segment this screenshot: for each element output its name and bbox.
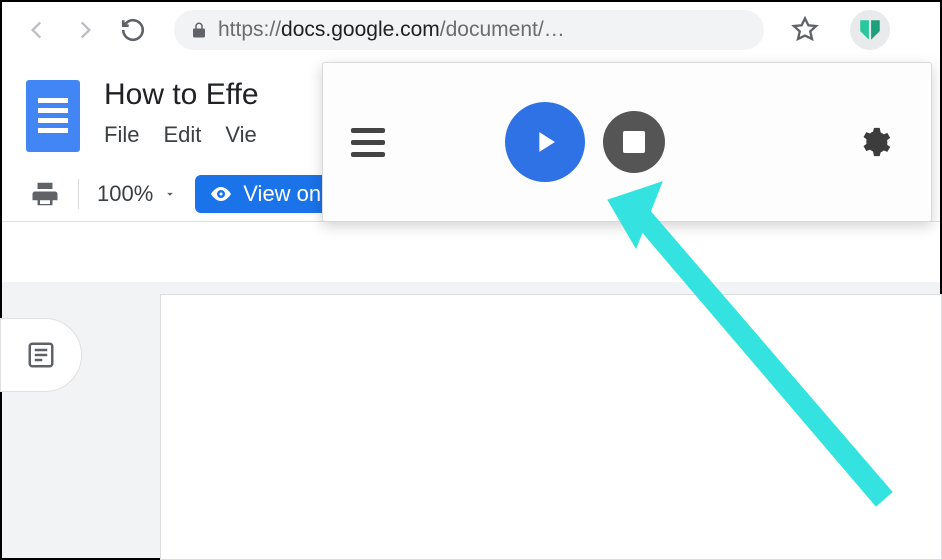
stop-icon xyxy=(623,131,645,153)
browser-toolbar: https://docs.google.com/document/… xyxy=(2,2,940,58)
extension-badge[interactable] xyxy=(850,10,890,50)
eye-icon xyxy=(209,182,233,206)
bookmark-star-button[interactable] xyxy=(788,13,822,47)
outline-toggle-button[interactable] xyxy=(0,318,82,392)
settings-button[interactable] xyxy=(857,125,891,159)
menu-file[interactable]: File xyxy=(104,122,139,148)
menu-view[interactable]: Vie xyxy=(225,122,256,148)
zoom-dropdown[interactable]: 100% xyxy=(97,181,177,207)
menu-edit[interactable]: Edit xyxy=(163,122,201,148)
stop-button[interactable] xyxy=(603,111,665,173)
toolbar-separator xyxy=(78,179,79,209)
back-button[interactable] xyxy=(20,13,54,47)
reload-button[interactable] xyxy=(116,13,150,47)
zoom-value: 100% xyxy=(97,181,153,207)
google-docs-icon[interactable] xyxy=(26,80,80,152)
chevron-down-icon xyxy=(163,187,177,201)
play-button[interactable] xyxy=(505,102,585,182)
forward-button[interactable] xyxy=(68,13,102,47)
lock-icon xyxy=(190,21,208,39)
document-page[interactable] xyxy=(160,294,942,560)
gear-icon xyxy=(857,125,891,159)
extension-popup xyxy=(322,62,932,222)
print-button[interactable] xyxy=(30,179,60,209)
popup-menu-button[interactable] xyxy=(351,128,385,157)
document-canvas-area xyxy=(2,282,940,558)
address-bar[interactable]: https://docs.google.com/document/… xyxy=(174,10,764,50)
url-text: https://docs.google.com/document/… xyxy=(218,18,748,42)
play-icon xyxy=(528,125,562,159)
